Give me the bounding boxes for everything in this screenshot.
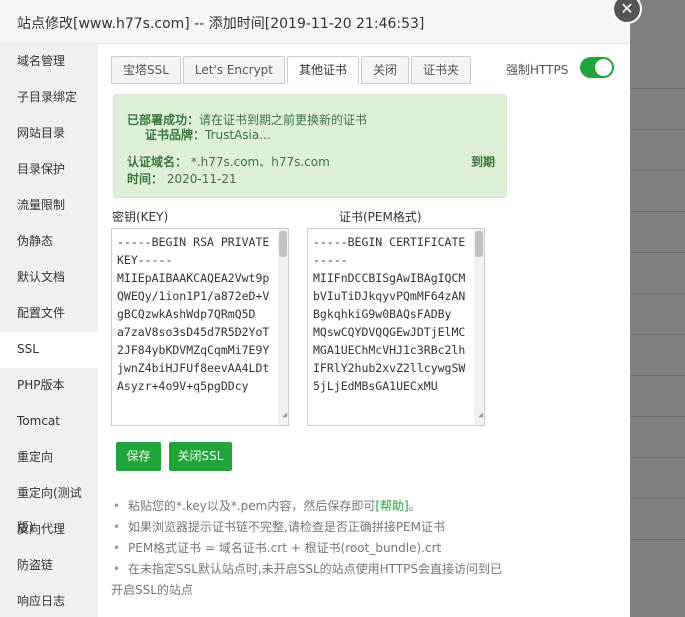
cert-textarea[interactable]: -----BEGIN CERTIFICATE----- MIIFnDCCBISg… [307,228,485,426]
site-edit-dialog: 站点修改[www.h77s.com] -- 添加时间[2019-11-20 21… [0,0,630,617]
cert-label: 证书(PEM格式) [339,210,422,224]
sidebar-item-rewrite[interactable]: 伪静态 [0,224,98,260]
domain-value: *.h77s.com、h77s.com [190,155,330,169]
sidebar-item-redirect-beta[interactable]: 重定向(测试版) [0,476,98,534]
deployed-text: 请在证书到期之前更换新的证书 [199,113,368,127]
dialog-title: 站点修改[www.h77s.com] -- 添加时间[2019-11-20 21… [0,0,630,44]
toggle-knob [595,59,612,76]
brand-line: 证书品牌：TrustAsia... [145,126,271,143]
tab-bt-ssl[interactable]: 宝塔SSL [111,56,181,84]
cert-scrollbar[interactable] [474,229,484,425]
time-label: 时间： [127,172,164,186]
brand-value: TrustAsia... [205,128,271,142]
sidebar-item-config-file[interactable]: 配置文件 [0,296,98,332]
expire-label: 到期 [471,155,496,169]
sidebar-item-dir-protection[interactable]: 目录保护 [0,152,98,188]
tip-item: 如果浏览器提示证书链不完整,请检查是否正确拼接PEM证书 [111,517,511,538]
resize-handle-icon[interactable]: ◢ [282,406,287,424]
cert-text: -----BEGIN CERTIFICATE----- MIIFnDCCBISg… [313,235,466,393]
sidebar-item-reverse-proxy[interactable]: 反向代理 [0,512,98,548]
tip-text: 粘贴您的*.key以及*.pem内容，然后保存即可 [128,499,376,513]
key-label: 密钥(KEY) [112,210,169,224]
sidebar-item-domain[interactable]: 域名管理 [0,44,98,80]
time-value: 2020-11-21 [166,172,237,186]
sidebar-item-subdir-binding[interactable]: 子目录绑定 [0,80,98,116]
tab-close[interactable]: 关闭 [361,56,410,84]
ssl-status-notice: 已部署成功：请在证书到期之前更换新的证书 证书品牌：TrustAsia... 认… [113,94,507,198]
brand-label: 证书品牌： [145,128,206,142]
sidebar-item-traffic-limit[interactable]: 流量限制 [0,188,98,224]
key-text: -----BEGIN RSA PRIVATE KEY----- MIIEpAIB… [117,235,270,393]
sidebar-item-php-version[interactable]: PHP版本 [0,368,98,404]
tab-cert-folder[interactable]: 证书夹 [411,56,472,84]
close-ssl-button[interactable]: 关闭SSL [169,442,232,471]
tip-item: 粘贴您的*.key以及*.pem内容，然后保存即可[帮助]。 [111,496,511,517]
key-scrollbar[interactable] [278,229,288,425]
sidebar-item-ssl[interactable]: SSL [0,332,98,368]
ssl-panel: 宝塔SSL Let's Encrypt 其他证书 关闭 证书夹 强制HTTPS … [98,44,630,617]
domain-line: 认证域名： *.h77s.com、h77s.com [127,153,330,170]
sidebar-item-hotlink[interactable]: 防盗链 [0,548,98,584]
sidebar-item-response-log[interactable]: 响应日志 [0,584,98,617]
domain-label: 认证域名： [127,155,188,169]
force-https-toggle[interactable] [580,57,614,78]
save-button[interactable]: 保存 [116,442,161,471]
resize-handle-icon[interactable]: ◢ [478,406,483,424]
ssl-tabs: 宝塔SSL Let's Encrypt 其他证书 关闭 证书夹 [111,56,473,84]
sidebar-item-site-directory[interactable]: 网站目录 [0,116,98,152]
sidebar: 域名管理 子目录绑定 网站目录 目录保护 流量限制 伪静态 默认文档 配置文件 … [0,44,98,617]
key-textarea[interactable]: -----BEGIN RSA PRIVATE KEY----- MIIEpAIB… [111,228,289,426]
sidebar-item-default-doc[interactable]: 默认文档 [0,260,98,296]
tab-lets-encrypt[interactable]: Let's Encrypt [182,56,285,84]
tip-item-continued: 开启SSL的站点 [111,583,193,597]
background-overlay [630,0,685,617]
tip-item: PEM格式证书 = 域名证书.crt + 根证书(root_bundle).cr… [111,538,511,559]
deployed-label: 已部署成功： [127,113,200,127]
tab-other-cert[interactable]: 其他证书 [287,56,360,84]
time-line: 时间： 2020-11-21 [127,170,237,187]
tips-list: 粘贴您的*.key以及*.pem内容，然后保存即可[帮助]。 如果浏览器提示证书… [111,496,511,601]
sidebar-item-tomcat[interactable]: Tomcat [0,404,98,440]
help-link[interactable]: [帮助] [375,499,408,513]
sidebar-item-redirect[interactable]: 重定向 [0,440,98,476]
force-https-label: 强制HTTPS [506,63,569,77]
tip-text: 。 [408,499,421,513]
tip-item: 在未指定SSL默认站点时,未开启SSL的站点使用HTTPS会直接访问到已 [111,559,511,580]
